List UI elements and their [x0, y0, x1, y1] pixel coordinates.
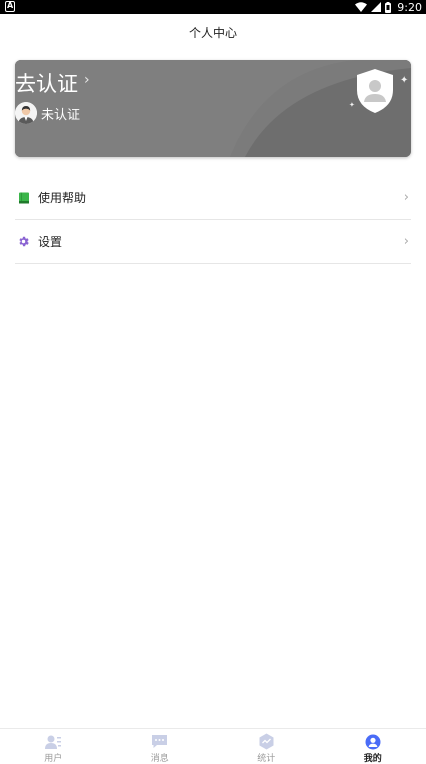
- nav-tab-mine[interactable]: 我的: [320, 729, 426, 764]
- menu-item-settings[interactable]: 设置 ›: [15, 220, 411, 264]
- stats-icon: [257, 733, 275, 750]
- verification-card[interactable]: 去认证 › 未认证 ✦ ✦: [15, 60, 411, 157]
- profile-icon: [364, 733, 382, 750]
- wifi-icon: [355, 2, 368, 12]
- clock: 9:20: [397, 0, 422, 14]
- header: 个人中心: [0, 14, 426, 50]
- book-icon: [17, 191, 30, 204]
- nav-label: 我的: [363, 754, 382, 764]
- nav-label: 用户: [44, 754, 63, 764]
- nav-tab-messages[interactable]: 消息: [107, 729, 214, 764]
- menu-item-help[interactable]: 使用帮助 ›: [15, 176, 411, 220]
- verify-link[interactable]: 去认证 ›: [15, 68, 90, 98]
- card-title-label: 去认证: [15, 72, 78, 96]
- shield-user-icon: [357, 69, 393, 113]
- notification-a-icon: A: [5, 1, 15, 12]
- menu-item-label: 使用帮助: [38, 191, 87, 205]
- avatar: [15, 102, 37, 124]
- chevron-right-icon: ›: [403, 234, 409, 249]
- chevron-right-icon: ›: [403, 190, 409, 205]
- menu-list: 使用帮助 › 设置 ›: [15, 176, 411, 264]
- verification-status: 未认证: [41, 107, 81, 123]
- menu-item-label: 设置: [38, 235, 63, 249]
- sparkle-icon: ✦: [349, 101, 355, 109]
- sparkle-icon: ✦: [400, 75, 409, 86]
- status-bar: A 9:20: [0, 0, 426, 14]
- user-list-icon: [44, 733, 62, 750]
- gear-icon: [17, 235, 30, 248]
- user-row: 未认证: [15, 102, 80, 124]
- nav-label: 消息: [150, 754, 169, 764]
- chevron-right-icon: ›: [84, 72, 90, 88]
- nav-tab-users[interactable]: 用户: [0, 729, 107, 764]
- nav-tab-stats[interactable]: 统计: [213, 729, 320, 764]
- message-icon: [151, 733, 169, 750]
- nav-label: 统计: [257, 754, 276, 764]
- bottom-nav: 用户 消息 统计 我的: [0, 728, 426, 764]
- battery-icon: [385, 1, 392, 13]
- page-title: 个人中心: [188, 25, 237, 40]
- signal-icon: [371, 2, 382, 12]
